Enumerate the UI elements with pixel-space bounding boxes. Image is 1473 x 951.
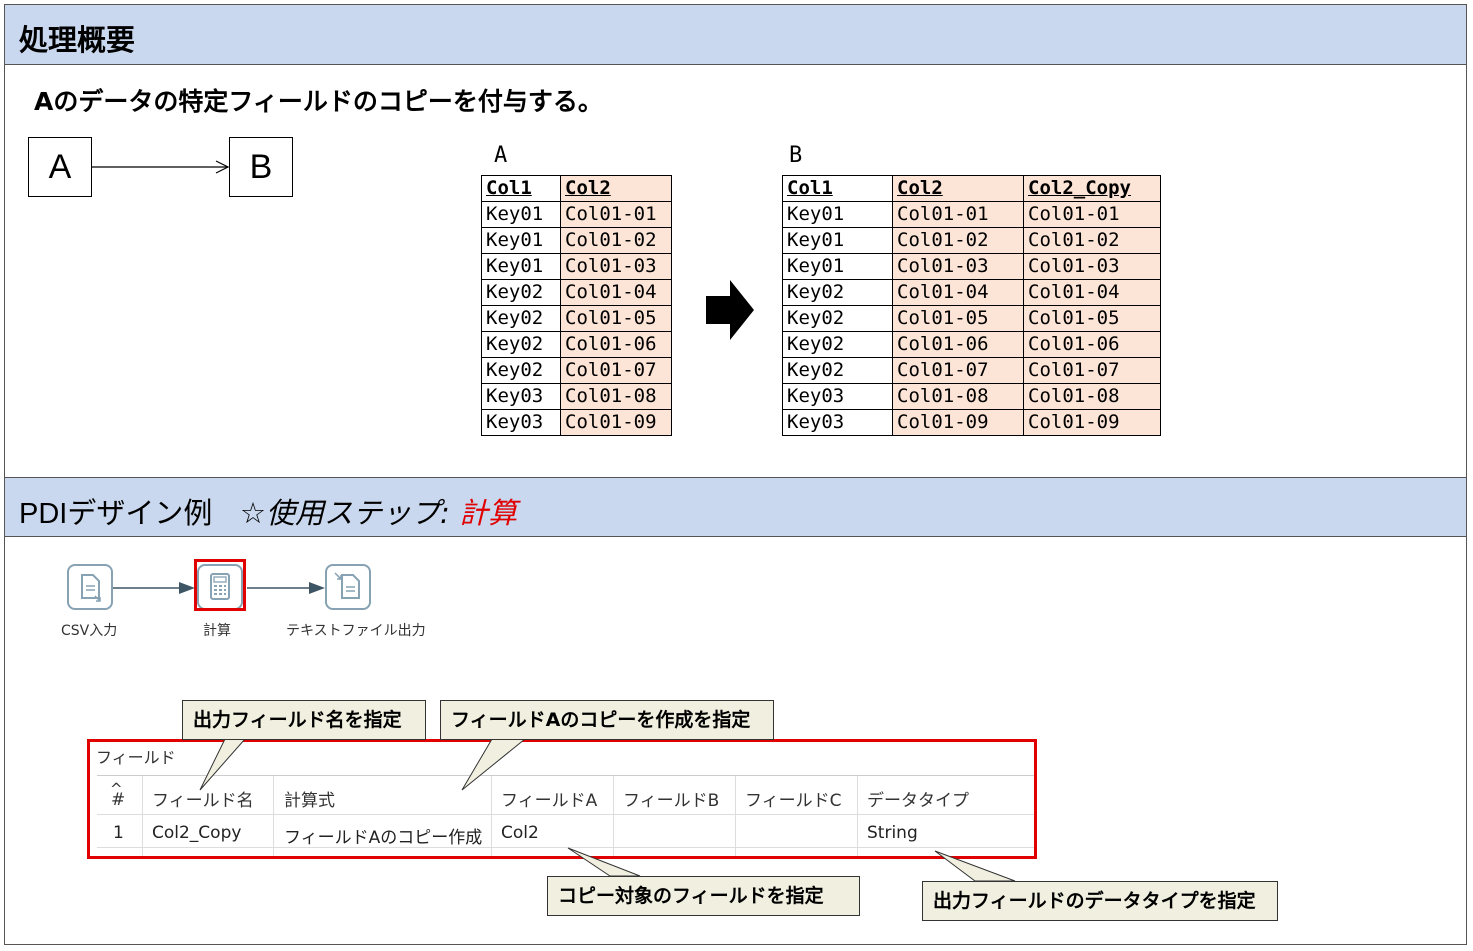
callout-data-type: 出力フィールドのデータタイプを指定 xyxy=(922,881,1278,921)
callout-pointers xyxy=(199,738,1016,882)
callout-copy-target: コピー対象のフィールドを指定 xyxy=(547,876,860,916)
callout-field-a-copy: フィールドAのコピーを作成を指定 xyxy=(440,700,774,740)
callout-field-name: 出力フィールド名を指定 xyxy=(182,700,426,740)
